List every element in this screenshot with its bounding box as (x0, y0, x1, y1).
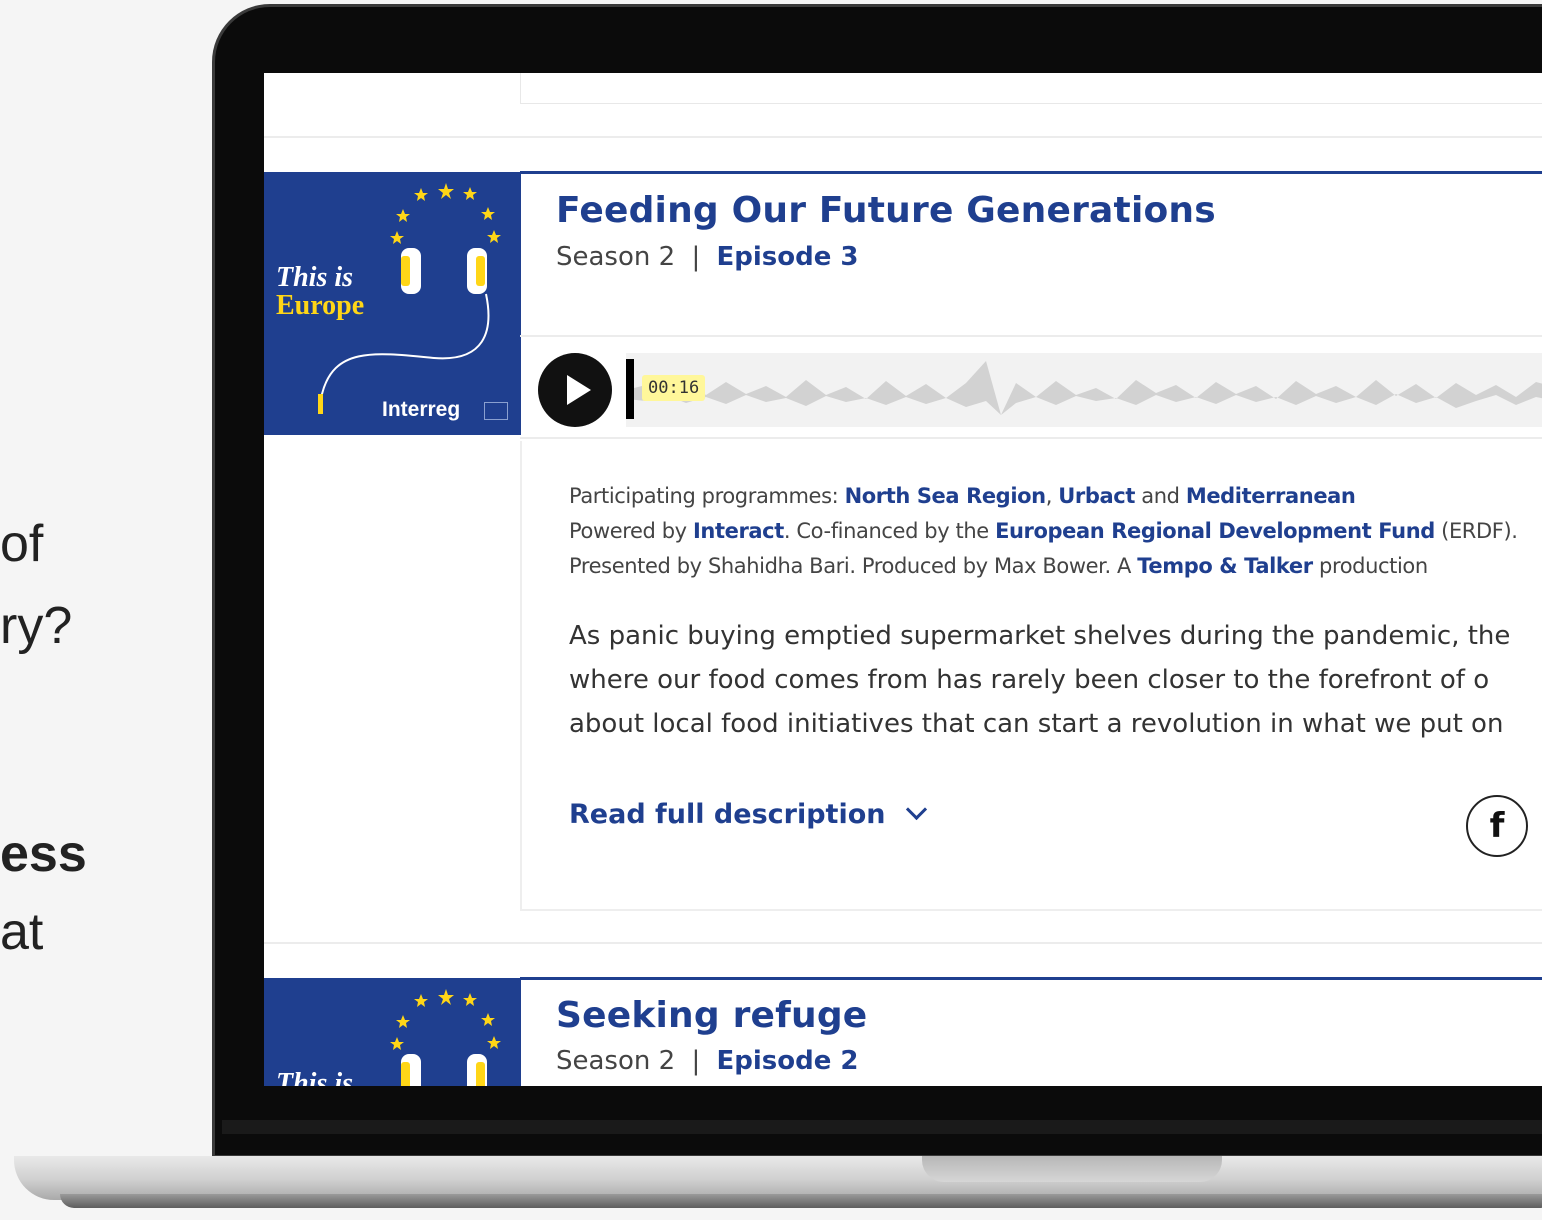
episode-link[interactable]: Episode 3 (716, 242, 858, 272)
eu-flag-icon (484, 402, 508, 420)
episode-summary: As panic buying emptied supermarket shel… (569, 614, 1542, 746)
powered-by-label: Powered by (569, 519, 693, 543)
episode-title[interactable]: Seeking refuge (556, 995, 867, 1036)
cover-title: This is (276, 1068, 354, 1087)
episode-card-top-border (520, 171, 1542, 174)
summary-line: where our food comes from has rarely bee… (569, 665, 1490, 695)
episode-credits: Participating programmes: North Sea Regi… (569, 479, 1542, 584)
read-more-label: Read full description (569, 799, 886, 830)
summary-line: about local food initiatives that can st… (569, 709, 1504, 739)
slide-text-line-4: at (0, 903, 44, 961)
link-mediterranean[interactable]: Mediterranean (1186, 484, 1356, 508)
link-north-sea-region[interactable]: North Sea Region (845, 484, 1047, 508)
laptop-base-foot (60, 1194, 1542, 1208)
credits-presented-by: Presented by Shahidha Bari. Produced by … (569, 549, 1542, 584)
programmes-label: Participating programmes: (569, 484, 845, 508)
link-erdf[interactable]: European Regional Development Fund (995, 519, 1435, 543)
cover-title: This is Europe (276, 264, 364, 320)
erdf-abbrev: (ERDF). (1434, 519, 1518, 543)
meta-separator: | (691, 242, 701, 272)
play-button[interactable] (538, 353, 612, 427)
chevron-down-icon (906, 798, 928, 821)
cover-title-line-1: This is (276, 1068, 354, 1087)
waveform-scrubber[interactable] (626, 353, 1542, 427)
current-time: 00:16 (642, 375, 706, 401)
summary-line: As panic buying emptied supermarket shel… (569, 621, 1511, 651)
slide-text-line-2: ry? (0, 597, 73, 655)
read-full-description-button[interactable]: Read full description (569, 798, 928, 830)
playhead-marker (626, 359, 634, 419)
link-tempo-talker[interactable]: Tempo & Talker (1137, 554, 1313, 578)
previous-card-tail (520, 73, 1542, 104)
presented-by-text: Presented by Shahidha Bari. Produced by … (569, 554, 1138, 578)
production-text: production (1312, 554, 1428, 578)
episode-link[interactable]: Episode 2 (716, 1046, 858, 1076)
waveform-graphic (626, 361, 1542, 415)
cover-title-line-2: Europe (276, 290, 365, 321)
episode-meta: Season 2 | Episode 3 (556, 242, 858, 272)
cover-brand: Interreg (382, 398, 461, 421)
credits-programmes: Participating programmes: North Sea Regi… (569, 479, 1542, 514)
episode-cover-art[interactable]: This is Europe Interreg (264, 172, 521, 435)
episode-cover-art[interactable]: This is (264, 978, 521, 1086)
slide-text-line-3: ess (0, 825, 87, 883)
slide-text-line-1: of (0, 515, 44, 573)
credits-powered-by: Powered by Interact. Co-financed by the … (569, 514, 1542, 549)
audio-player: 00:16 (520, 335, 1542, 439)
episode-title[interactable]: Feeding Our Future Generations (556, 190, 1216, 231)
episode-meta: Season 2 | Episode 2 (556, 1046, 858, 1076)
season-label: Season 2 (556, 1046, 676, 1076)
meta-separator: | (691, 1046, 701, 1076)
link-interact[interactable]: Interact (693, 519, 784, 543)
laptop-bezel-edge (222, 1120, 1542, 1134)
section-divider (264, 942, 1542, 944)
season-label: Season 2 (556, 242, 676, 272)
comma: , (1045, 484, 1059, 508)
link-urbact[interactable]: Urbact (1058, 484, 1135, 508)
section-divider (264, 136, 1542, 138)
laptop-notch (922, 1156, 1222, 1182)
facebook-icon[interactable]: f (1466, 795, 1528, 857)
and-text: and (1134, 484, 1186, 508)
cofinanced-text: . Co-financed by the (783, 519, 996, 543)
cover-title-line-1: This is (276, 262, 354, 293)
episode-card-top-border (520, 977, 1542, 980)
laptop-screen: This is Europe Interreg Feeding Our Futu… (264, 73, 1542, 1086)
